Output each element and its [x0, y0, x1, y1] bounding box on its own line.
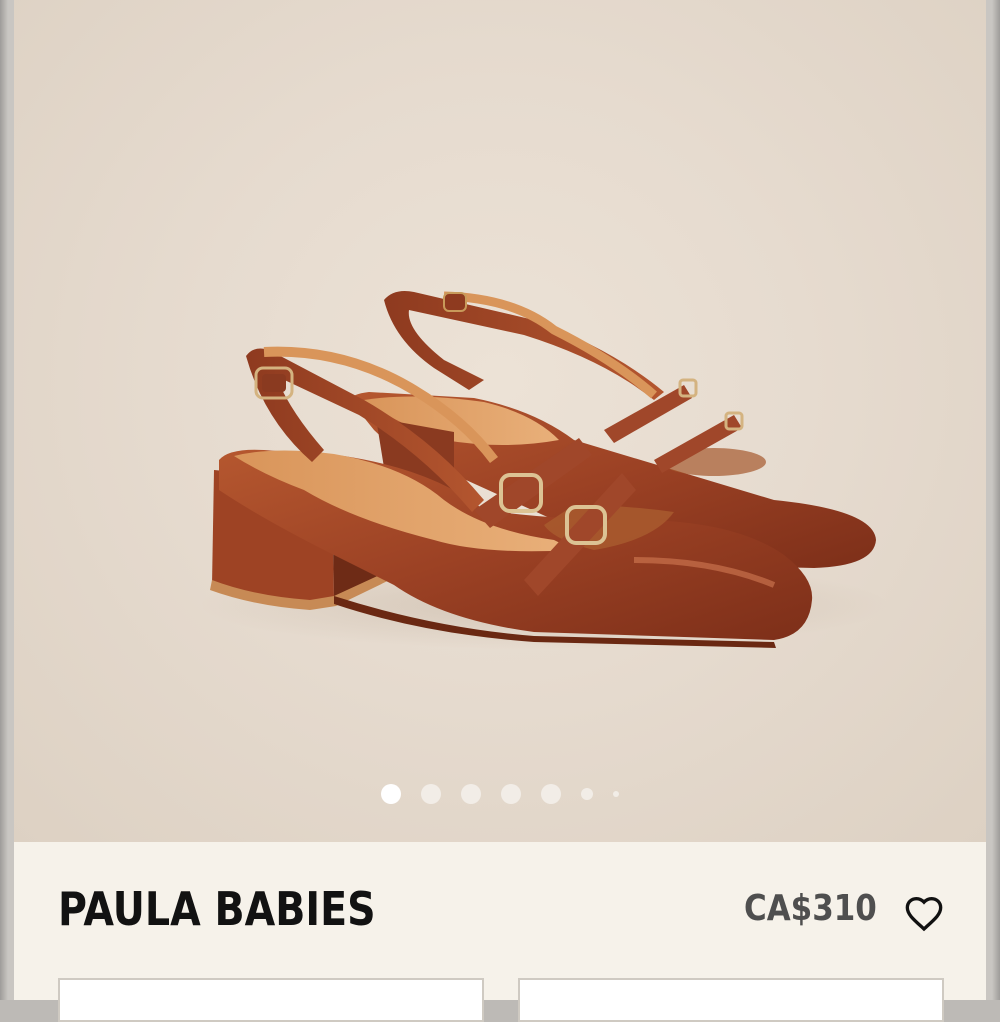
- gallery-dot-7[interactable]: [613, 791, 619, 797]
- app-frame: PAULA BABIES CA$310: [0, 0, 1000, 1022]
- product-price: CA$310: [744, 888, 877, 929]
- gallery-pagination: [14, 782, 986, 806]
- product-image-gallery[interactable]: [14, 0, 986, 842]
- product-info-panel: PAULA BABIES CA$310: [14, 842, 986, 1022]
- gallery-dot-3[interactable]: [461, 784, 481, 804]
- heart-icon[interactable]: [904, 894, 944, 934]
- option-selector-left[interactable]: [58, 978, 484, 1022]
- gallery-dot-6[interactable]: [581, 788, 593, 800]
- shoes-photo: [210, 291, 877, 648]
- gallery-dot-2[interactable]: [421, 784, 441, 804]
- product-title: PAULA BABIES: [58, 882, 376, 936]
- gallery-dot-1[interactable]: [381, 784, 401, 804]
- gallery-dot-4[interactable]: [501, 784, 521, 804]
- option-selector-right[interactable]: [518, 978, 944, 1022]
- gallery-dot-5[interactable]: [541, 784, 561, 804]
